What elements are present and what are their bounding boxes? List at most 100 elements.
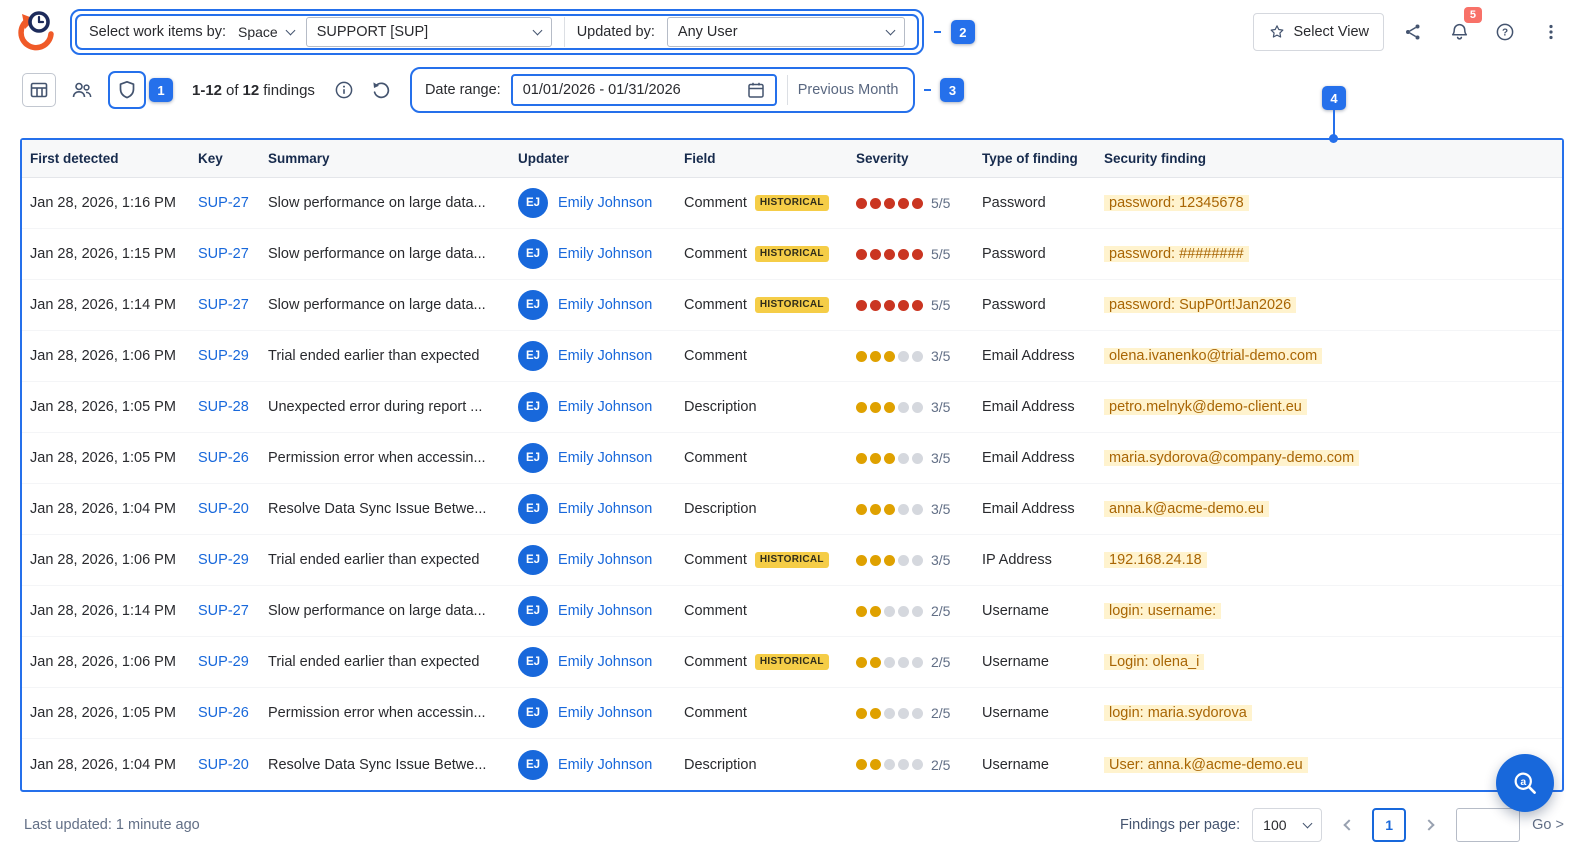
updated-by-dropdown[interactable]: Any User [666,17,905,47]
summary-cell: Permission error when accessin... [268,705,486,721]
more-options-button[interactable] [1534,15,1568,49]
bell-icon [1449,22,1470,43]
updater-link[interactable]: Emily Johnson [558,654,652,670]
updater-link[interactable]: Emily Johnson [558,603,652,619]
info-button[interactable] [330,76,358,104]
work-item-key-link[interactable]: SUP-27 [190,195,260,211]
col-first-detected[interactable]: First detected [22,151,190,166]
notifications-button[interactable]: 5 [1442,7,1482,49]
severity-dot [884,197,895,209]
next-page-button[interactable] [1418,812,1444,838]
share-icon [1403,22,1423,42]
security-finding-cell: petro.melnyk@demo-client.eu [1096,399,1562,415]
work-item-key-link[interactable]: SUP-27 [190,603,260,619]
severity-label: 2/5 [931,654,951,670]
finding-highlight: User: anna.k@acme-demo.eu [1104,756,1308,773]
work-item-key-link[interactable]: SUP-20 [190,757,260,773]
findings-table-body: Jan 28, 2026, 1:16 PM SUP-27 Slow perfor… [22,178,1562,790]
summary-cell: Slow performance on large data... [268,603,486,619]
work-item-key-link[interactable]: SUP-26 [190,450,260,466]
updater-link[interactable]: Emily Johnson [558,705,652,721]
severity-label: 3/5 [931,399,951,415]
avatar: EJ [518,188,548,218]
summary-cell: Unexpected error during report ... [268,399,483,415]
field-label: Description [684,756,757,773]
updater-link[interactable]: Emily Johnson [558,297,652,313]
work-item-key-link[interactable]: SUP-26 [190,705,260,721]
updater-link[interactable]: Emily Johnson [558,348,652,364]
updater-link[interactable]: Emily Johnson [558,501,652,517]
chevron-left-icon [1343,819,1355,831]
go-to-page-button[interactable]: Go > [1532,817,1564,833]
summary-cell: Slow performance on large data... [268,297,486,313]
assistant-search-fab[interactable]: a [1496,754,1554,812]
avatar: EJ [518,596,548,626]
severity-dot [912,197,923,209]
security-findings-view-button[interactable] [112,75,142,105]
finding-highlight: login: maria.sydorova [1104,705,1252,721]
page-jump-input[interactable] [1456,808,1521,842]
col-type-of-finding[interactable]: Type of finding [974,151,1096,166]
finding-type-cell: Password [982,246,1046,262]
summary-cell: Trial ended earlier than expected [268,552,480,568]
scope-dropdown[interactable]: Space [238,24,296,40]
finding-type-cell: Email Address [982,348,1075,364]
updated-by-label: Updated by: [576,24,655,40]
table-view-icon [29,80,49,100]
finding-type-cell: Username [982,603,1049,619]
severity-cell: 3/5 [848,552,974,568]
work-item-key-link[interactable]: SUP-20 [190,501,260,517]
work-item-key-link[interactable]: SUP-28 [190,399,260,415]
help-button[interactable]: ? [1488,15,1522,49]
col-updater[interactable]: Updater [510,151,676,166]
severity-dot [898,452,909,464]
share-button[interactable] [1396,15,1430,49]
severity-dot [870,707,881,719]
avatar: EJ [518,545,548,575]
current-page-indicator[interactable]: 1 [1372,808,1407,842]
notification-count-badge: 5 [1463,7,1482,24]
avatar: EJ [518,494,548,524]
annotation-badge-2: 2 [950,20,975,44]
severity-dot [898,350,909,362]
first-detected-cell: Jan 28, 2026, 1:05 PM [30,705,176,721]
updater-link[interactable]: Emily Johnson [558,195,652,211]
date-range-input[interactable]: 01/01/2026 - 01/31/2026 [510,74,777,106]
project-dropdown[interactable]: SUPPORT [SUP] [305,17,552,47]
security-finding-cell: login: maria.sydorova [1096,705,1562,721]
col-field[interactable]: Field [676,151,848,166]
shield-icon [117,80,137,100]
updater-cell: EJ Emily Johnson [510,290,676,320]
security-finding-cell: password: ######## [1096,246,1562,262]
col-summary[interactable]: Summary [260,151,510,166]
prev-page-button[interactable] [1334,812,1360,838]
col-key[interactable]: Key [190,151,260,166]
select-view-button[interactable]: Select View [1252,13,1384,51]
summary-cell: Slow performance on large data... [268,246,486,262]
field-cell: Description [676,501,848,517]
table-row: Jan 28, 2026, 1:15 PM SUP-27 Slow perfor… [22,229,1562,280]
users-view-button[interactable] [65,73,99,107]
updater-link[interactable]: Emily Johnson [558,757,652,773]
table-view-button[interactable] [22,73,56,107]
summary-cell: Resolve Data Sync Issue Betwe... [268,501,487,517]
per-page-select[interactable]: 100 [1252,808,1323,842]
updater-link[interactable]: Emily Johnson [558,246,652,262]
work-item-key-link[interactable]: SUP-27 [190,246,260,262]
finding-type-cell: Email Address [982,501,1075,517]
date-range-value: 01/01/2026 - 01/31/2026 [522,82,681,98]
work-item-key-link[interactable]: SUP-29 [190,552,260,568]
work-item-key-link[interactable]: SUP-27 [190,297,260,313]
col-severity[interactable]: Severity [848,151,974,166]
work-item-key-link[interactable]: SUP-29 [190,348,260,364]
col-security-finding[interactable]: Security finding [1096,151,1562,166]
updater-link[interactable]: Emily Johnson [558,450,652,466]
refresh-button[interactable] [367,76,395,104]
severity-dot [898,759,909,770]
table-row: Jan 28, 2026, 1:05 PM SUP-26 Permission … [22,433,1562,484]
updater-link[interactable]: Emily Johnson [558,399,652,415]
quick-range-preset[interactable]: Previous Month [798,82,907,98]
updater-cell: EJ Emily Johnson [510,698,676,728]
updater-link[interactable]: Emily Johnson [558,552,652,568]
work-item-key-link[interactable]: SUP-29 [190,654,260,670]
